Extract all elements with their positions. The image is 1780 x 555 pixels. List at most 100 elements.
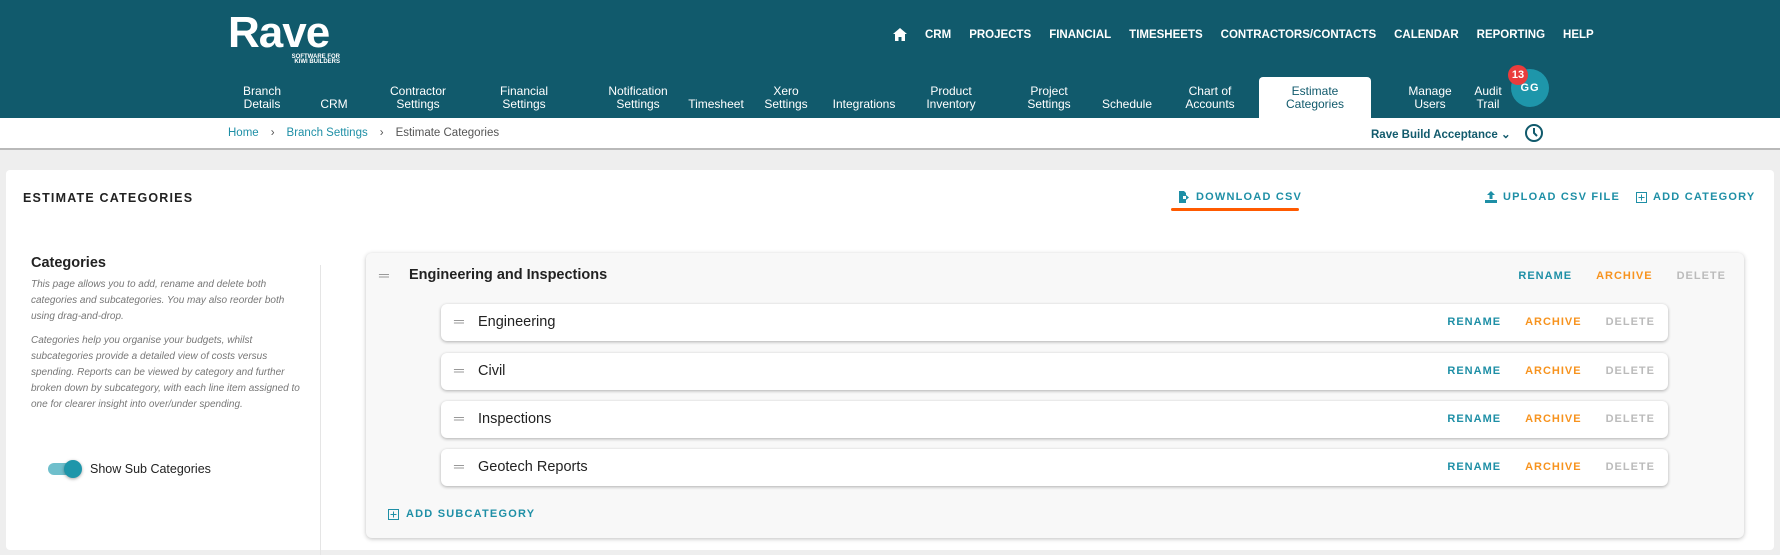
chevron-right-icon: ›: [270, 127, 275, 139]
settings-tab[interactable]: Contractor Settings: [370, 77, 466, 118]
nav-reporting[interactable]: REPORTING: [1477, 29, 1545, 41]
upload-csv-button[interactable]: UPLOAD CSV FILE: [1485, 191, 1620, 203]
tab-label: Xero: [773, 84, 799, 98]
drag-handle-icon[interactable]: ═: [454, 362, 464, 378]
tab-label: Integrations: [832, 97, 896, 111]
nav-contractors[interactable]: CONTRACTORS/CONTACTS: [1221, 29, 1376, 41]
archive-button[interactable]: ARCHIVE: [1525, 365, 1582, 377]
settings-tab[interactable]: Schedule: [1096, 77, 1158, 118]
tab-label: CRM: [320, 97, 348, 111]
plus-box-icon: [388, 508, 399, 520]
tab-label: Settings: [396, 97, 440, 111]
rename-button[interactable]: RENAME: [1518, 270, 1572, 282]
tab-label: Users: [1414, 97, 1446, 111]
archive-button[interactable]: ARCHIVE: [1525, 413, 1582, 425]
archive-button[interactable]: ARCHIVE: [1596, 270, 1653, 282]
subcategory-row[interactable]: ═ Civil RENAME ARCHIVE DELETE: [441, 353, 1668, 390]
main-nav: CRM PROJECTS FINANCIAL TIMESHEETS CONTRA…: [893, 28, 1594, 41]
subcategory-row[interactable]: ═ Geotech Reports RENAME ARCHIVE DELETE: [441, 449, 1668, 486]
drag-handle-icon[interactable]: ═: [454, 458, 464, 474]
settings-tab[interactable]: Integrations: [826, 77, 902, 118]
breadcrumb-home[interactable]: Home: [228, 127, 259, 139]
archive-button[interactable]: ARCHIVE: [1525, 316, 1582, 328]
tab-label: Estimate: [1291, 84, 1339, 98]
download-csv-label: DOWNLOAD CSV: [1196, 191, 1303, 203]
settings-tab[interactable]: Project Settings: [1006, 77, 1092, 118]
rename-button[interactable]: RENAME: [1447, 365, 1501, 377]
breadcrumb: Home › Branch Settings › Estimate Catego…: [228, 127, 499, 139]
nav-help[interactable]: HELP: [1563, 29, 1594, 41]
delete-button[interactable]: DELETE: [1677, 270, 1726, 282]
delete-button[interactable]: DELETE: [1606, 365, 1655, 377]
settings-tab[interactable]: Chart of Accounts: [1166, 77, 1254, 118]
drag-handle-icon[interactable]: ═: [379, 267, 389, 283]
tab-label: Schedule: [1101, 97, 1153, 111]
delete-button[interactable]: DELETE: [1606, 316, 1655, 328]
settings-tab[interactable]: Timesheet: [684, 77, 748, 118]
delete-button[interactable]: DELETE: [1606, 413, 1655, 425]
settings-tab[interactable]: Manage Users: [1392, 77, 1468, 118]
estimate-categories-panel: ESTIMATE CATEGORIES DOWNLOAD CSV UPLOAD …: [6, 170, 1774, 555]
subcategory-name: Engineering: [478, 314, 556, 330]
toggle-label: Show Sub Categories: [90, 462, 211, 476]
rename-button[interactable]: RENAME: [1447, 413, 1501, 425]
subcategory-name: Inspections: [478, 411, 552, 427]
tab-label: Settings: [616, 97, 660, 111]
tab-label: Audit: [1474, 84, 1502, 98]
show-subcategories-toggle[interactable]: Show Sub Categories: [48, 460, 211, 478]
rave-logo[interactable]: Rave SOFTWARE FOR KIWI BUILDERS: [228, 10, 340, 66]
nav-calendar[interactable]: CALENDAR: [1394, 29, 1459, 41]
rename-button[interactable]: RENAME: [1447, 316, 1501, 328]
add-category-label: ADD CATEGORY: [1653, 191, 1756, 203]
nav-crm[interactable]: CRM: [925, 29, 951, 41]
settings-tab[interactable]: Financial Settings: [480, 77, 568, 118]
nav-financial[interactable]: FINANCIAL: [1049, 29, 1111, 41]
info-heading: Categories: [31, 255, 106, 271]
tab-label: Financial: [499, 84, 549, 98]
chevron-down-icon: ⌄: [1500, 129, 1511, 141]
drag-handle-icon[interactable]: ═: [454, 410, 464, 426]
archive-button[interactable]: ARCHIVE: [1525, 461, 1582, 473]
tab-label: Manage: [1408, 84, 1452, 98]
tab-label: Chart of: [1188, 84, 1232, 98]
divider: [320, 265, 321, 555]
settings-tab[interactable]: Xero Settings: [756, 77, 816, 118]
download-csv-button[interactable]: DOWNLOAD CSV: [1178, 191, 1302, 203]
tab-label: Notification: [608, 84, 668, 98]
add-category-button[interactable]: ADD CATEGORY: [1636, 191, 1755, 203]
settings-tab[interactable]: Notification Settings: [583, 77, 693, 118]
drag-handle-icon[interactable]: ═: [454, 313, 464, 329]
breadcrumb-bar: Home › Branch Settings › Estimate Catego…: [0, 118, 1780, 150]
toggle-switch[interactable]: [48, 460, 82, 478]
organisation-name: Rave Build Acceptance: [1371, 129, 1498, 141]
tab-label: Settings: [502, 97, 546, 111]
info-text: Categories help you organise your budget…: [31, 335, 300, 410]
category-name: Engineering and Inspections: [409, 267, 608, 283]
subcategory-row[interactable]: ═ Inspections RENAME ARCHIVE DELETE: [441, 401, 1668, 438]
category-card[interactable]: ═ Engineering and Inspections RENAME ARC…: [366, 253, 1744, 538]
settings-tab[interactable]: Estimate Categories: [1259, 77, 1371, 118]
delete-button[interactable]: DELETE: [1606, 461, 1655, 473]
clock-icon[interactable]: [1524, 123, 1544, 143]
nav-timesheets[interactable]: TIMESHEETS: [1129, 29, 1202, 41]
settings-tab[interactable]: Product Inventory: [908, 77, 994, 118]
settings-tab[interactable]: Branch Details: [240, 77, 284, 118]
tab-label: Branch: [242, 84, 282, 98]
organisation-selector[interactable]: Rave Build Acceptance ⌄: [1371, 127, 1511, 141]
settings-tab[interactable]: Audit Trail: [1468, 77, 1508, 118]
home-icon[interactable]: [893, 28, 907, 41]
notification-badge[interactable]: 13: [1508, 65, 1528, 85]
rename-button[interactable]: RENAME: [1447, 461, 1501, 473]
page-title: ESTIMATE CATEGORIES: [23, 191, 194, 205]
tab-label: Project: [1030, 84, 1068, 98]
upload-csv-label: UPLOAD CSV FILE: [1503, 191, 1621, 203]
breadcrumb-branch-settings[interactable]: Branch Settings: [287, 127, 368, 139]
add-subcategory-button[interactable]: ADD SUBCATEGORY: [388, 508, 535, 520]
tab-label: Categories: [1285, 97, 1345, 111]
settings-tab[interactable]: CRM: [312, 77, 356, 118]
nav-projects[interactable]: PROJECTS: [969, 29, 1031, 41]
info-panel: Categories This page allows you to add, …: [31, 255, 306, 421]
subcategory-row[interactable]: ═ Engineering RENAME ARCHIVE DELETE: [441, 304, 1668, 341]
info-text: This page allows you to add, rename and …: [31, 279, 285, 322]
tab-label: Trail: [1476, 97, 1500, 111]
